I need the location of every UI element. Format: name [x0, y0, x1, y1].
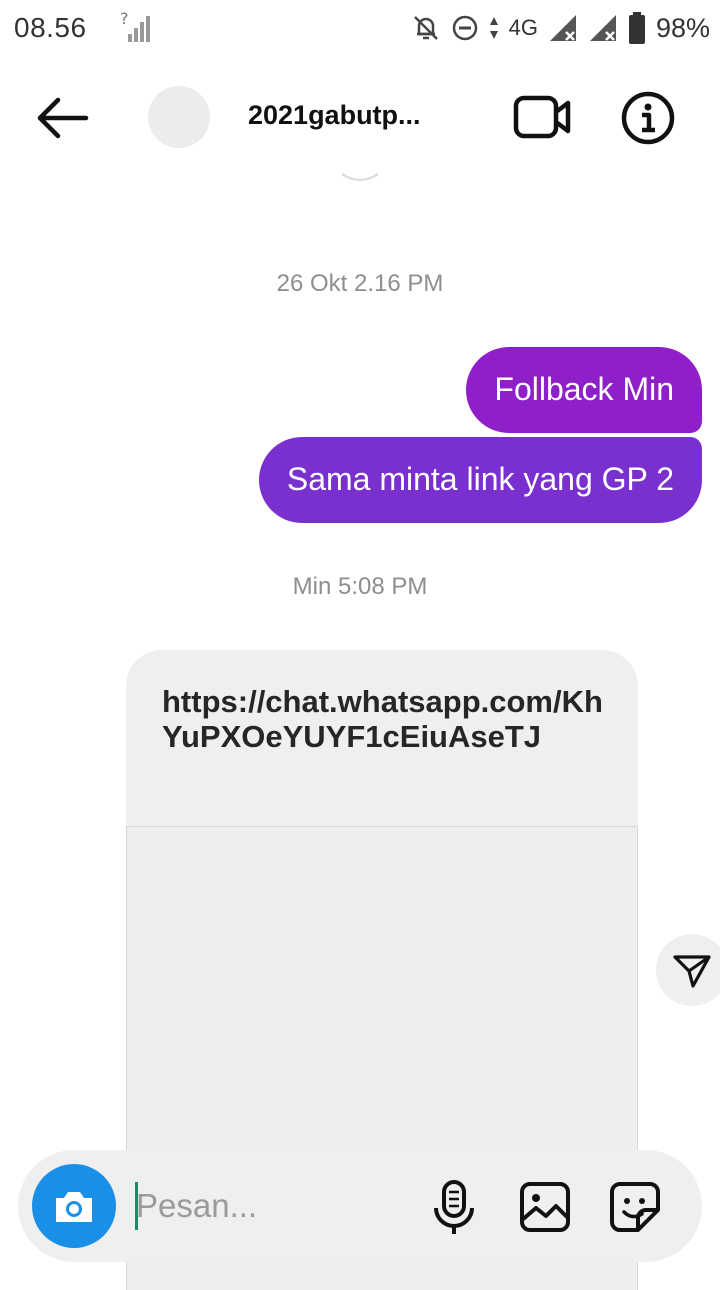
send-arrow-icon: [673, 955, 711, 988]
chat-title[interactable]: 2021gabutp...: [248, 100, 421, 131]
network-type-label: 4G: [508, 15, 538, 40]
battery-percentage: 98%: [655, 12, 710, 43]
microphone-icon[interactable]: [430, 1178, 478, 1238]
share-button[interactable]: [656, 934, 720, 1006]
sticker-icon[interactable]: [608, 1180, 662, 1234]
scroll-indicator: [341, 173, 379, 181]
status-bar: 08.56 ? 4G 98%: [0, 0, 720, 56]
status-right-icons: 4G 98%: [411, 10, 710, 46]
status-time: 08.56: [14, 12, 87, 43]
timestamp-1: 26 Okt 2.16 PM: [276, 270, 444, 297]
video-call-icon[interactable]: [508, 92, 576, 144]
sent-message-1[interactable]: Follback Min: [466, 347, 702, 433]
camera-icon: [56, 1192, 92, 1222]
no-sim-signal-icon: ?: [120, 10, 150, 42]
back-arrow-icon[interactable]: [30, 92, 94, 144]
message-input[interactable]: [136, 1178, 396, 1234]
battery-icon: [628, 12, 645, 44]
gallery-icon[interactable]: [518, 1180, 572, 1234]
info-icon[interactable]: [620, 90, 676, 146]
signal-2-icon: [589, 15, 616, 41]
signal-1-icon: [549, 15, 576, 41]
data-arrows-icon: [489, 17, 498, 39]
do-not-disturb-icon: [452, 15, 477, 41]
sent-message-2[interactable]: Sama minta link yang GP 2: [258, 437, 702, 523]
avatar[interactable]: [148, 86, 210, 148]
chat-header: 2021gabutp...: [0, 56, 720, 176]
svg-text:?: ?: [120, 10, 129, 28]
message-composer: [18, 1150, 702, 1262]
link-text[interactable]: https://chat.whatsapp.com/KhYuPXOeYUYF1c…: [162, 684, 612, 754]
timestamp-2: Min 5:08 PM: [292, 573, 428, 600]
camera-button[interactable]: [32, 1164, 116, 1248]
mute-notifications-icon: [413, 16, 438, 40]
